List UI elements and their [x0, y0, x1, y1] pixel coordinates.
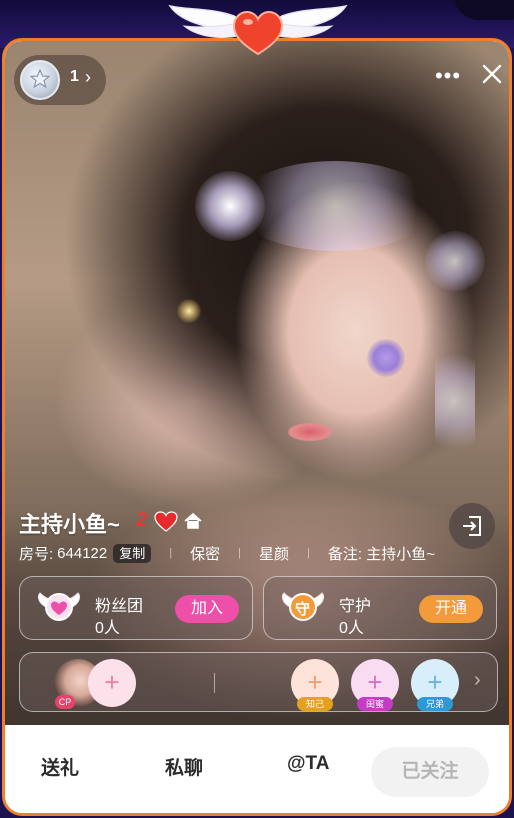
fan-club-title: 粉丝团: [95, 598, 144, 615]
light-glint: [177, 299, 201, 323]
photo-lips: [288, 423, 332, 441]
cp-tag-holder: CP: [55, 695, 75, 709]
guard-emblem-text: 守: [295, 601, 311, 618]
bestie-slot[interactable]: + 闺蜜: [351, 659, 399, 711]
relations-row: CP + + 知己 + 闺蜜 + 兄弟 ›: [19, 652, 498, 712]
winged-heart-icon: [168, 0, 348, 61]
confidant-slot[interactable]: + 知己: [291, 659, 339, 711]
bestie-tag: 闺蜜: [357, 697, 393, 711]
send-gift-button[interactable]: 送礼: [41, 753, 79, 780]
chevron-right-icon[interactable]: ›: [474, 669, 481, 692]
open-guard-button[interactable]: 开通: [419, 595, 483, 623]
action-bar: 送礼 私聊 @TA 已关注: [5, 725, 509, 813]
corner-decoration: [454, 0, 514, 20]
profile-meta: 房号: 644122 复制 | 保密 | 星颜 | 备注: 主持小鱼~: [19, 542, 435, 564]
privacy-value: 保密: [190, 545, 221, 563]
room-id: 644122: [57, 544, 108, 562]
fan-club-card[interactable]: 粉丝团 0人 加入: [19, 576, 253, 640]
fan-club-count: 0人: [95, 620, 120, 637]
private-chat-button[interactable]: 私聊: [165, 753, 203, 780]
followed-button[interactable]: 已关注: [371, 747, 489, 797]
mention-button[interactable]: @TA: [287, 753, 329, 775]
host-name: 主持小鱼~: [19, 512, 120, 537]
level-value: 1: [70, 68, 79, 85]
earring-jewel: [435, 341, 475, 461]
level-entry[interactable]: 1 ›: [14, 55, 106, 105]
more-options-button[interactable]: •••: [430, 61, 466, 91]
remark-value: 备注: 主持小鱼~: [327, 545, 435, 563]
cp-add-slot[interactable]: +: [88, 659, 136, 707]
divider: [214, 673, 215, 693]
cp-tag: CP: [55, 695, 75, 709]
enter-room-button[interactable]: [449, 503, 495, 549]
star-badge-icon: [20, 60, 60, 100]
enter-room-icon: [463, 516, 481, 536]
home-icon[interactable]: [183, 512, 203, 535]
constellation-value: 星颜: [258, 545, 289, 563]
brother-slot[interactable]: + 兄弟: [411, 659, 459, 711]
separator: |: [307, 547, 310, 559]
copy-button[interactable]: 复制: [113, 543, 152, 563]
profile-card: 1 › ••• 主持小鱼~ 2 房号: 644122 复制 | 保密 | 星颜 …: [2, 38, 512, 816]
hair-jewel: [235, 161, 435, 251]
guard-count: 0人: [339, 620, 364, 637]
heart-level-icon: [154, 511, 178, 538]
guard-title: 守护: [339, 598, 372, 615]
separator: |: [238, 547, 241, 559]
brother-tag: 兄弟: [417, 697, 453, 711]
winged-heart-icon: [36, 587, 82, 632]
room-label: 房号:: [19, 545, 54, 563]
join-fan-club-button[interactable]: 加入: [175, 595, 239, 623]
profile-photo: 1 › ••• 主持小鱼~ 2 房号: 644122 复制 | 保密 | 星颜 …: [5, 41, 509, 725]
earring-jewel: [425, 231, 485, 291]
guard-card[interactable]: 守 守护 0人 开通: [263, 576, 497, 640]
confidant-tag: 知己: [297, 697, 333, 711]
chevron-right-icon: ›: [85, 67, 91, 87]
winged-guard-icon: 守: [280, 587, 326, 632]
face-flower-sticker: [367, 339, 405, 377]
close-icon[interactable]: [477, 59, 507, 89]
host-level: 2: [136, 509, 148, 531]
plus-icon: +: [104, 667, 120, 697]
separator: |: [169, 547, 173, 559]
